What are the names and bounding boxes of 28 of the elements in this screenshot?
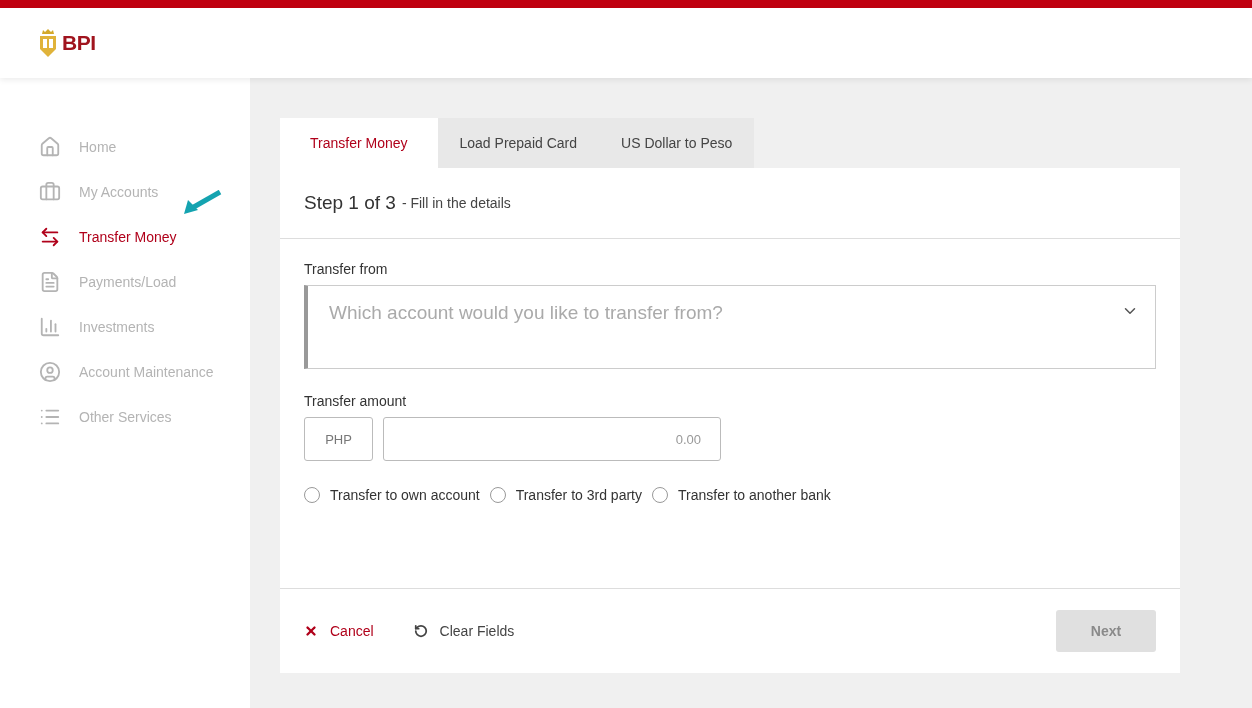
crest-logo-icon — [38, 28, 58, 58]
field-label: Transfer from — [304, 261, 389, 277]
step-title: Step 1 of 3 — [304, 192, 396, 214]
logo-text: BPI — [62, 31, 96, 55]
radio-label: Transfer to 3rd party — [515, 487, 642, 503]
tab[interactable]: Transfer Money — [280, 118, 438, 168]
tab[interactable]: Load Prepaid Card — [437, 118, 600, 168]
nav-icon — [39, 180, 61, 203]
close-icon — [304, 624, 318, 638]
radio-option[interactable]: Transfer to 3rd party — [489, 487, 642, 503]
nav-icon — [39, 315, 61, 338]
nav-icon — [39, 225, 61, 248]
amount-input[interactable]: 0.00 — [383, 417, 721, 461]
nav-icon — [39, 135, 61, 158]
reset-icon — [413, 624, 428, 638]
pointer-arrow-icon — [182, 190, 222, 216]
cancel-button[interactable]: Cancel — [304, 623, 374, 639]
currency-box: PHP — [304, 417, 373, 461]
radio-circle[interactable] — [489, 487, 506, 503]
clear-fields-button[interactable]: Clear Fields — [413, 623, 515, 639]
radio-circle[interactable] — [652, 487, 668, 503]
radio-circle[interactable] — [304, 487, 320, 503]
step-subtitle: - Fill in the details — [401, 195, 511, 211]
sidebar-item[interactable]: Transfer Money — [0, 214, 250, 259]
field-label: Transfer amount — [304, 393, 408, 409]
nav-icon — [39, 270, 61, 293]
nav-icon — [39, 360, 61, 383]
tab[interactable]: US Dollar to Peso — [599, 118, 755, 168]
